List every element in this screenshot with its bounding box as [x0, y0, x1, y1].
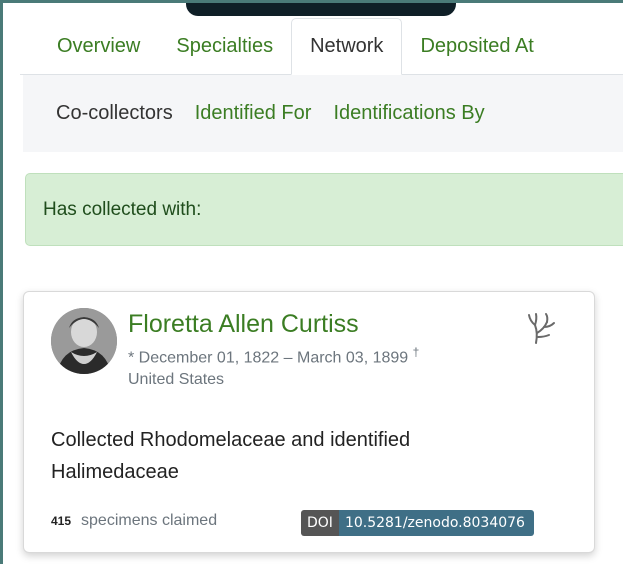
specimens-claimed: 415 specimens claimed [51, 512, 217, 530]
life-dates: * December 01, 1822 – March 03, 1899 † [128, 345, 419, 367]
tab-deposited-at[interactable]: Deposited At [402, 18, 551, 74]
subnav-co-collectors[interactable]: Co-collectors [56, 102, 173, 125]
tab-specialties[interactable]: Specialties [158, 18, 291, 74]
avatar[interactable] [51, 308, 117, 374]
death-mark: † [412, 345, 420, 359]
tab-network[interactable]: Network [291, 18, 403, 75]
network-subnav: Co-collectors Identified For Identificat… [23, 75, 623, 152]
collector-description: Collected Rhodomelaceae and identified H… [51, 429, 411, 483]
collector-name-link[interactable]: Floretta Allen Curtiss [128, 310, 359, 339]
subnav-identifications-by[interactable]: Identifications By [333, 102, 484, 125]
tab-overview[interactable]: Overview [20, 18, 158, 74]
dates-text: * December 01, 1822 – March 03, 1899 [128, 349, 409, 367]
page-frame: Overview Specialties Network Deposited A… [0, 0, 623, 564]
doi-label: DOI [301, 510, 339, 536]
specimens-label: specimens claimed [81, 512, 218, 529]
collector-card[interactable]: Floretta Allen Curtiss * December 01, 18… [23, 291, 595, 553]
country: United States [128, 371, 225, 388]
main-tabs: Overview Specialties Network Deposited A… [20, 17, 623, 75]
specimens-count: 415 [51, 514, 72, 528]
doi-badge[interactable]: DOI 10.5281/zenodo.8034076 [301, 510, 534, 536]
top-notch [186, 3, 456, 16]
algae-icon [528, 313, 555, 344]
subnav-identified-for[interactable]: Identified For [195, 102, 312, 125]
doi-value[interactable]: 10.5281/zenodo.8034076 [338, 510, 534, 536]
alert-text: Has collected with: [43, 198, 202, 220]
collected-with-alert: Has collected with: [25, 173, 623, 246]
